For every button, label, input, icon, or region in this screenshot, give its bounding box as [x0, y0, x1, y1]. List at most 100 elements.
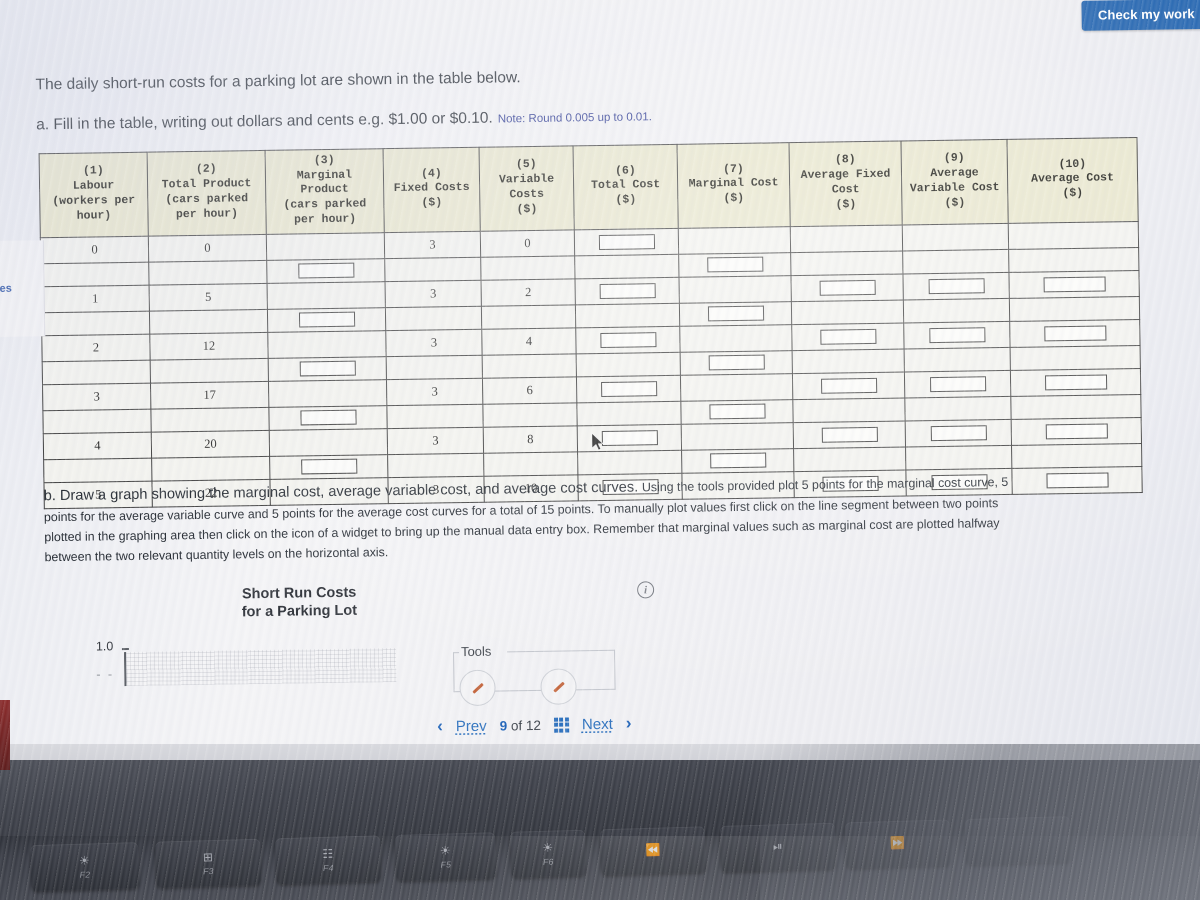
average-fixed-cost-input-1[interactable] — [819, 328, 876, 345]
average-variable-cost-input-3[interactable] — [930, 425, 987, 442]
cell-marginal-product-input — [268, 356, 387, 382]
fn-key-glyph: ⏪ — [645, 842, 661, 857]
cell-variable-costs: 0 — [480, 229, 575, 257]
th-total-product-num: (2) — [195, 163, 217, 177]
fn-key-label: F3 — [202, 865, 214, 876]
th-marginal-cost-label: Marginal Cost ($) — [688, 176, 779, 206]
average-cost-input-1[interactable] — [1043, 325, 1106, 342]
marginal-cost-input-0[interactable] — [706, 256, 763, 273]
average-fixed-cost-input-3[interactable] — [821, 426, 878, 443]
check-my-work-button[interactable]: Check my work — [1081, 0, 1200, 31]
th-fixed-costs: (4) Fixed Costs ($) — [383, 147, 481, 233]
average-cost-input-3[interactable] — [1045, 423, 1108, 440]
chevron-right-icon[interactable]: › — [626, 714, 632, 734]
average-fixed-cost-input-0[interactable] — [819, 279, 876, 296]
cell-total-product: 20 — [151, 430, 270, 458]
marginal-cost-input-3[interactable] — [708, 403, 766, 420]
cell-marginal-product-input — [268, 405, 388, 431]
marginal-product-input-0[interactable] — [297, 263, 354, 279]
fn-key-2[interactable]: ☷ F4 — [275, 835, 382, 885]
cell-average-variable-cost-input — [905, 418, 1012, 447]
total-cost-input-4[interactable] — [601, 430, 658, 446]
page-counter: 9 of 12 — [500, 717, 542, 733]
pencil-icon — [471, 682, 484, 694]
mouse-cursor-icon — [591, 432, 604, 451]
gap-cell-total-product — [148, 260, 268, 285]
average-cost-input-4[interactable] — [1045, 472, 1109, 489]
gap-cell-average-cost — [1009, 296, 1140, 322]
th-total-cost-num: (6) — [614, 164, 636, 178]
next-button[interactable]: Next — [582, 715, 613, 732]
th-labour-num: (1) — [82, 164, 104, 179]
total-cost-input-1[interactable] — [599, 283, 656, 299]
th-variable-costs-label: Variable Costs ($) — [498, 172, 555, 216]
gap-cell-average-cost — [1011, 443, 1142, 468]
cost-table-body: 0 0 3 0 1 5 3 2 2 12 3 4 3 17 3 6 4 20 3 8 5 22 3 10 — [40, 221, 1143, 509]
cell-average-variable-cost-input — [904, 370, 1011, 398]
total-cost-input-2[interactable] — [599, 332, 657, 348]
gap-cell-total-cost — [574, 253, 679, 279]
info-icon[interactable]: i — [636, 581, 655, 599]
gap-cell-average-cost — [1010, 345, 1141, 371]
cell-variable-costs: 2 — [481, 278, 576, 306]
th-average-fixed-cost: (8) Average Fixed Cost ($) — [789, 141, 903, 227]
question-part-a: a. Fill in the table, writing out dollar… — [36, 107, 652, 134]
average-cost-input-0[interactable] — [1043, 276, 1106, 293]
marginal-cost-input-1[interactable] — [707, 305, 764, 322]
gap-cell-average-variable-cost — [905, 444, 1012, 470]
cell-average-cost-empty — [1008, 221, 1139, 250]
cell-marginal-product-spacer — [266, 232, 385, 261]
grid-view-icon[interactable] — [553, 716, 570, 733]
marginal-product-input-3[interactable] — [299, 410, 357, 426]
gap-cell-fixed-costs — [386, 403, 484, 429]
gap-cell-average-variable-cost — [904, 396, 1012, 421]
marginal-product-input-4[interactable] — [300, 459, 357, 475]
total-cost-input-0[interactable] — [598, 234, 655, 250]
cell-total-cost-input — [575, 325, 681, 354]
cell-marginal-product-input — [267, 307, 386, 333]
fn-key-4[interactable]: ☀ F6 — [510, 829, 587, 878]
marginal-cost-input-4[interactable] — [709, 452, 766, 469]
gap-cell-average-cost — [1008, 247, 1139, 273]
gap-cell-fixed-costs — [385, 305, 482, 331]
cell-marginal-cost-spacer — [678, 275, 792, 303]
fn-key-8[interactable] — [964, 816, 1072, 866]
average-variable-cost-input-1[interactable] — [928, 327, 985, 344]
marginal-cost-input-2[interactable] — [708, 354, 765, 371]
draw-tool-button-2[interactable] — [540, 668, 577, 705]
fn-key-0[interactable]: ☀ F2 — [30, 842, 140, 892]
marginal-product-input-2[interactable] — [299, 361, 356, 377]
th-marginal-product-num: (3) — [313, 153, 335, 168]
th-labour-label: Labour (workers per hour) — [52, 179, 136, 223]
th-total-cost: (6) Total Cost ($) — [573, 144, 679, 230]
fn-key-6[interactable]: ⏯ — [719, 822, 837, 872]
fn-key-glyph: ☀ — [78, 852, 91, 868]
fn-key-3[interactable]: ☀ F5 — [395, 832, 497, 881]
th-average-cost: (10) Average Cost ($) — [1006, 137, 1139, 224]
gap-cell-average-fixed-cost — [791, 299, 904, 325]
rounding-note: Note: Round 0.005 up to 0.01. — [497, 111, 652, 126]
th-marginal-cost: (7) Marginal Cost ($) — [677, 142, 791, 228]
y-axis-top-tick-label: 1.0 — [95, 639, 114, 654]
fn-key-5[interactable]: ⏪ — [599, 826, 707, 876]
prev-button[interactable]: Prev — [456, 717, 487, 734]
total-cost-input-3[interactable] — [600, 381, 657, 397]
fn-key-1[interactable]: ⊞ F3 — [155, 838, 262, 888]
fn-key-7[interactable]: ⏩ — [844, 819, 952, 869]
gap-cell-total-cost — [575, 302, 680, 328]
average-variable-cost-input-0[interactable] — [928, 278, 985, 295]
average-variable-cost-input-2[interactable] — [929, 376, 986, 393]
th-total-product: (2) Total Product (cars parked per hour) — [147, 150, 267, 236]
cell-average-cost-input — [1008, 270, 1140, 299]
average-cost-input-2[interactable] — [1044, 374, 1107, 391]
average-fixed-cost-input-2[interactable] — [820, 377, 877, 394]
graph-title: Short Run Costs for a Parking Lot — [199, 583, 400, 622]
marginal-product-input-1[interactable] — [298, 312, 355, 328]
graph-plot-area[interactable] — [123, 648, 397, 687]
draw-tool-button-1[interactable] — [459, 669, 496, 707]
cell-marginal-cost-input — [678, 252, 791, 277]
gap-cell-total-product — [151, 456, 270, 481]
th-fixed-costs-num: (4) — [420, 167, 442, 181]
cell-labour: 1 — [41, 284, 150, 313]
chevron-left-icon[interactable]: ‹ — [437, 716, 443, 736]
